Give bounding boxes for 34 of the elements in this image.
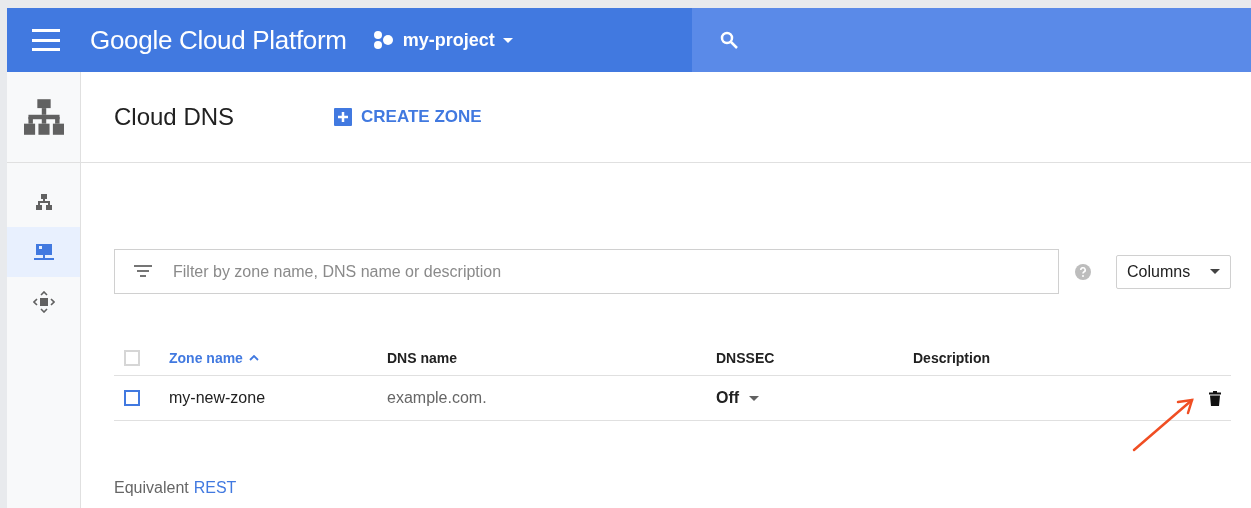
caret-icon (749, 395, 760, 401)
annotation-arrow (1132, 396, 1196, 452)
page-title: Cloud DNS (114, 103, 235, 131)
dnssec-dropdown[interactable]: Off (716, 389, 760, 407)
dns-name-cell-text: example.com. (387, 389, 488, 407)
menu-button[interactable] (32, 29, 60, 51)
move-icon (32, 291, 55, 313)
column-header[interactable]: Zone name (169, 349, 387, 366)
row-checkbox[interactable] (124, 390, 140, 406)
plus-icon (334, 108, 353, 126)
filter-icon (134, 265, 152, 277)
delete-button[interactable] (1209, 390, 1221, 406)
filter-field[interactable]: Filter by zone name, DNS name or description (114, 249, 1059, 294)
project-selector[interactable]: my-project (368, 25, 517, 55)
sort-ascending-icon (248, 354, 259, 361)
product-name: Google Cloud Platform (90, 24, 347, 56)
select-all-checkbox[interactable] (124, 349, 140, 366)
trash-icon (1209, 390, 1221, 406)
column-header[interactable]: DNS name (387, 349, 716, 366)
footer-label: Equivalent (114, 479, 189, 497)
project-icon (372, 30, 395, 50)
network-icon (23, 99, 64, 135)
sidebar-item[interactable] (7, 227, 80, 277)
rest-link[interactable]: REST (193, 479, 237, 497)
caret-icon (1210, 269, 1220, 274)
network-icon (34, 193, 53, 211)
caret-icon (502, 37, 513, 43)
search-icon (720, 31, 738, 49)
columns-button[interactable]: Columns (1116, 254, 1231, 289)
column-header[interactable]: Description (913, 349, 1231, 366)
zone-name-cell-text: my-new-zone (169, 389, 267, 407)
column-header[interactable]: DNSSEC (716, 349, 913, 366)
monitor-icon (33, 243, 54, 261)
create-zone-button[interactable]: CREATE ZONE (334, 107, 482, 127)
